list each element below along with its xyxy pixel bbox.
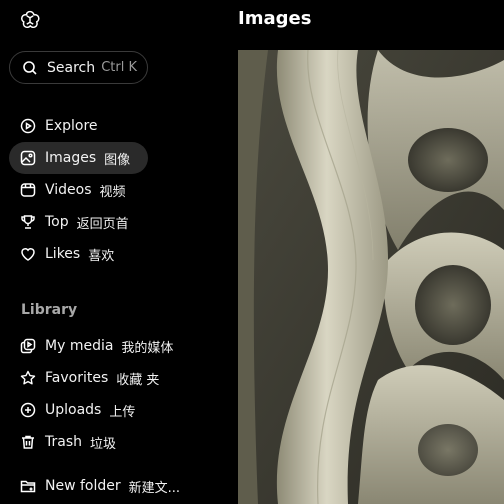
nav-item-likes[interactable]: Likes 喜欢 — [9, 238, 148, 270]
folder-plus-icon — [20, 480, 36, 493]
library-heading: Library — [21, 302, 78, 318]
search-label: Search — [47, 59, 96, 76]
library-item-new-folder[interactable]: New folder 新建文... — [9, 470, 199, 502]
trophy-icon — [21, 215, 35, 229]
heart-icon — [21, 248, 35, 261]
library-item-trash[interactable]: Trash 垃圾 — [9, 426, 199, 458]
nav-item-label: Likes — [45, 246, 81, 262]
nav-item-cjk: 图像 — [104, 152, 131, 168]
library-item-label: New folder — [45, 478, 121, 494]
library-item-favorites[interactable]: Favorites 收藏 夹 — [9, 362, 199, 394]
sidebar: Search Ctrl K Explore Images 图像 Videos 视… — [0, 0, 238, 504]
play-circle-icon — [20, 118, 36, 134]
search-button[interactable]: Search Ctrl K — [9, 51, 148, 84]
library-item-label: Trash — [45, 434, 82, 450]
library-item-my-media[interactable]: My media 我的媒体 — [9, 330, 199, 362]
plus-circle-icon — [20, 402, 36, 418]
library-item-cjk: 新建文... — [128, 480, 181, 496]
nav-item-videos[interactable]: Videos 视频 — [9, 174, 148, 206]
nav-item-label: Top — [45, 214, 69, 230]
library-item-cjk: 我的媒体 — [121, 340, 174, 356]
nav-item-label: Videos — [45, 182, 92, 198]
nav-item-top[interactable]: Top 返回页首 — [9, 206, 148, 238]
star-icon — [20, 370, 36, 385]
library-item-cjk: 上传 — [109, 404, 136, 420]
nav-item-cjk: 返回页首 — [76, 216, 129, 232]
library-item-label: My media — [45, 338, 114, 354]
library-item-label: Favorites — [45, 370, 109, 386]
library-item-label: Uploads — [45, 402, 102, 418]
library-item-cjk: 收藏 夹 — [116, 372, 160, 388]
sculpture-image — [238, 50, 504, 504]
library-item-uploads[interactable]: Uploads 上传 — [9, 394, 199, 426]
library-item-cjk: 垃圾 — [90, 436, 117, 452]
media-icon — [20, 338, 36, 354]
trash-icon — [22, 435, 34, 449]
page-title: Images — [238, 8, 312, 29]
featured-image[interactable] — [238, 50, 504, 504]
nav-item-cjk: 视频 — [99, 184, 126, 200]
nav-item-images[interactable]: Images 图像 — [9, 142, 148, 174]
search-icon — [23, 60, 37, 75]
image-icon — [20, 150, 36, 166]
nav-item-cjk: 喜欢 — [88, 248, 115, 264]
nav-item-explore[interactable]: Explore — [9, 110, 148, 142]
video-icon — [20, 183, 36, 197]
nav-item-label: Explore — [45, 118, 98, 134]
logo-icon[interactable] — [19, 9, 41, 31]
search-shortcut: Ctrl K — [101, 60, 137, 75]
nav-item-label: Images — [45, 150, 97, 166]
